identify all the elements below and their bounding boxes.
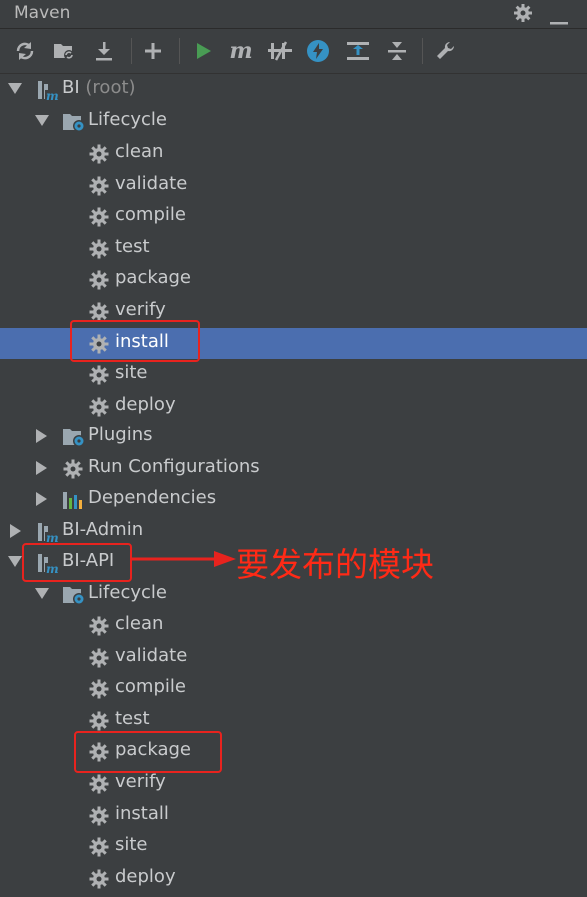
goal-label: site xyxy=(115,362,148,384)
tool-window-header: Maven xyxy=(0,0,587,29)
goal-deploy[interactable]: deploy xyxy=(0,391,587,422)
run-configurations-label: Run Configurations xyxy=(88,456,260,477)
gear-icon xyxy=(88,805,110,827)
highlight-install-box xyxy=(70,320,200,362)
minimize-icon[interactable] xyxy=(550,10,568,31)
goal-clean[interactable]: clean xyxy=(0,610,587,641)
add-icon[interactable] xyxy=(138,36,168,66)
chevron-down-icon[interactable] xyxy=(35,588,49,599)
goal-test[interactable]: test xyxy=(0,233,587,264)
module-label: BI-Admin xyxy=(62,519,144,540)
chevron-down-icon[interactable] xyxy=(35,115,49,126)
run-icon[interactable] xyxy=(188,36,218,66)
collapse-all-icon[interactable] xyxy=(382,36,412,66)
tree-node-dependencies[interactable]: Dependencies xyxy=(0,484,587,515)
goal-label: test xyxy=(115,235,150,257)
goal-package[interactable]: package xyxy=(0,264,587,295)
goal-label: site xyxy=(115,834,148,856)
goal-clean[interactable]: clean xyxy=(0,138,587,169)
goal-label: clean xyxy=(115,141,164,162)
dependencies-icon xyxy=(62,489,84,511)
generate-sources-icon[interactable] xyxy=(49,36,79,66)
gear-icon xyxy=(88,269,110,291)
goal-label: validate xyxy=(115,644,188,666)
plugins-label: Plugins xyxy=(88,424,153,445)
gear-icon xyxy=(88,647,110,669)
goal-label: verify xyxy=(115,771,166,792)
annotation-text: 要发布的模块 xyxy=(236,545,434,584)
execute-goal-icon[interactable]: m xyxy=(226,36,256,66)
maven-module-icon: m xyxy=(36,79,59,103)
reload-icon[interactable] xyxy=(10,36,40,66)
goal-label: package xyxy=(115,267,191,289)
goal-site[interactable]: site xyxy=(0,359,587,390)
goal-label: clean xyxy=(115,613,164,634)
gear-icon xyxy=(88,175,110,197)
panel-title: Maven xyxy=(14,3,71,23)
lifecycle-label: Lifecycle xyxy=(88,582,167,603)
svg-text:m: m xyxy=(46,531,58,543)
goal-validate[interactable]: validate xyxy=(0,642,587,673)
chevron-right-icon[interactable] xyxy=(10,524,21,538)
goal-install[interactable]: install xyxy=(0,800,587,831)
lifecycle-label: Lifecycle xyxy=(88,109,167,130)
goal-label: deploy xyxy=(115,393,176,415)
chevron-right-icon[interactable] xyxy=(36,429,47,443)
plugins-folder-icon xyxy=(62,426,85,448)
tree-node-root[interactable]: m BI (root) xyxy=(0,74,587,105)
download-icon[interactable] xyxy=(89,36,119,66)
maven-toolbar: m xyxy=(0,29,587,74)
goal-label: install xyxy=(115,802,169,824)
show-dependencies-icon[interactable] xyxy=(343,36,373,66)
goal-compile[interactable]: compile xyxy=(0,673,587,704)
lifecycle-folder-icon xyxy=(62,111,85,133)
gear-icon xyxy=(88,836,110,858)
gear-icon xyxy=(88,615,110,637)
goal-label: compile xyxy=(115,676,186,698)
svg-text:m: m xyxy=(46,89,58,101)
maven-module-icon: m xyxy=(36,521,59,545)
goal-label: compile xyxy=(115,204,186,226)
maven-projects-tree: m BI (root) Lifecycle Plugins Run Config… xyxy=(0,74,587,897)
goal-deploy[interactable]: deploy xyxy=(0,863,587,894)
gear-icon[interactable] xyxy=(512,2,534,29)
gear-icon xyxy=(88,710,110,732)
tree-node-plugins[interactable]: Plugins xyxy=(0,421,587,452)
toggle-offline-icon[interactable] xyxy=(265,36,295,66)
chevron-down-icon[interactable] xyxy=(8,83,22,94)
skip-tests-icon[interactable] xyxy=(303,36,333,66)
goal-label: test xyxy=(115,707,150,729)
gear-icon xyxy=(62,458,84,480)
root-suffix: (root) xyxy=(85,77,136,98)
highlight-module-box xyxy=(22,543,132,582)
gear-icon xyxy=(88,143,110,165)
dependencies-label: Dependencies xyxy=(88,487,217,508)
gear-icon xyxy=(88,773,110,795)
gear-icon xyxy=(88,206,110,228)
gear-icon xyxy=(88,364,110,386)
highlight-package-box xyxy=(74,731,222,773)
lifecycle-folder-icon xyxy=(62,584,85,606)
goal-site[interactable]: site xyxy=(0,831,587,862)
goal-label: deploy xyxy=(115,865,176,887)
tree-node-lifecycle[interactable]: Lifecycle xyxy=(0,106,587,137)
root-label: BI xyxy=(62,77,80,98)
chevron-right-icon[interactable] xyxy=(36,461,47,475)
annotation-arrow xyxy=(130,551,236,567)
gear-icon xyxy=(88,238,110,260)
goal-label: verify xyxy=(115,299,166,320)
settings-wrench-icon[interactable] xyxy=(431,36,461,66)
goal-label: validate xyxy=(115,172,188,194)
gear-icon xyxy=(88,678,110,700)
gear-icon xyxy=(88,868,110,890)
chevron-right-icon[interactable] xyxy=(36,492,47,506)
gear-icon xyxy=(88,396,110,418)
chevron-down-icon[interactable] xyxy=(8,556,22,567)
goal-validate[interactable]: validate xyxy=(0,170,587,201)
tree-node-run-configurations[interactable]: Run Configurations xyxy=(0,453,587,484)
goal-compile[interactable]: compile xyxy=(0,201,587,232)
